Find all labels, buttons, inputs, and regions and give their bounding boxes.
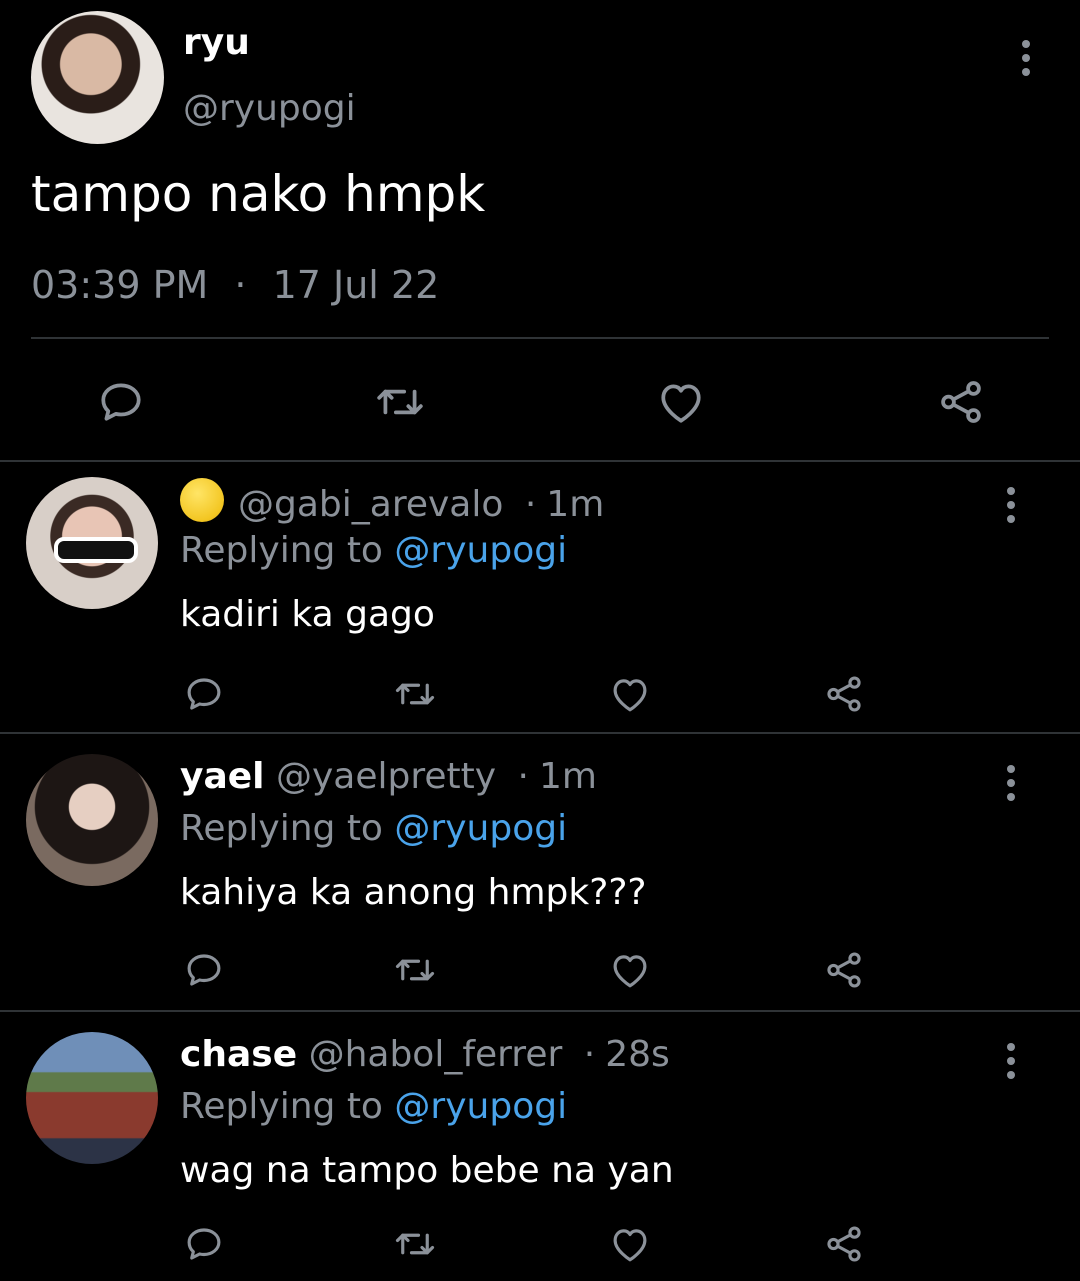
reply-name[interactable]: yael (180, 756, 265, 797)
reply-time: 28s (605, 1034, 670, 1075)
reply-tweet[interactable]: yael @yaelpretty · 1m Replying to @ryupog… (0, 754, 1080, 1010)
main-tweet: ryu @ryupogi tampo nako hmpk 03:39 PM · … (0, 0, 1080, 462)
replying-to: Replying to @ryupogi (180, 808, 567, 849)
divider (0, 732, 1080, 734)
divider (0, 460, 1080, 462)
meta-separator: · (234, 263, 247, 307)
more-options-icon[interactable] (1007, 487, 1015, 529)
share-icon[interactable] (822, 1222, 866, 1266)
avatar[interactable] (26, 1032, 158, 1164)
header-separator: · (517, 756, 529, 797)
like-icon[interactable] (608, 1222, 652, 1266)
reply-text: kadiri ka gago (180, 594, 435, 635)
mention-link[interactable]: @ryupogi (394, 1086, 567, 1127)
mention-link[interactable]: @ryupogi (394, 808, 567, 849)
reply-icon[interactable] (182, 948, 226, 992)
retweet-icon[interactable] (390, 672, 440, 716)
author-name[interactable]: ryu (183, 22, 250, 63)
reply-name[interactable]: chase (180, 1034, 297, 1075)
header-separator: · (583, 1034, 596, 1075)
reply-header: yael @yaelpretty · 1m (180, 756, 597, 797)
replying-to: Replying to @ryupogi (180, 1086, 567, 1127)
avatar[interactable] (31, 11, 164, 144)
like-icon[interactable] (608, 948, 652, 992)
reply-icon[interactable] (94, 375, 148, 429)
reply-text: wag na tampo bebe na yan (180, 1150, 674, 1191)
more-options-icon[interactable] (1007, 765, 1015, 807)
mention-link[interactable]: @ryupogi (394, 530, 567, 571)
retweet-icon[interactable] (390, 948, 440, 992)
reply-tweet[interactable]: @gabi_arevalo · 1m Replying to @ryupogi k… (0, 476, 1080, 732)
avatar[interactable] (26, 477, 158, 609)
more-options-icon[interactable] (1022, 40, 1030, 82)
share-icon[interactable] (934, 375, 988, 429)
tweet-date: 17 Jul 22 (272, 263, 440, 307)
reply-tweet[interactable]: chase @habol_ferrer · 28s Replying to @ry… (0, 1032, 1080, 1281)
reply-icon[interactable] (182, 672, 226, 716)
reply-handle[interactable]: @habol_ferrer (309, 1034, 563, 1075)
replying-prefix: Replying to (180, 530, 383, 571)
tweet-meta: 03:39 PM · 17 Jul 22 (31, 263, 439, 307)
moon-emoji (180, 478, 224, 522)
like-icon[interactable] (608, 672, 652, 716)
reply-icon[interactable] (182, 1222, 226, 1266)
reply-time: 1m (546, 484, 605, 525)
retweet-icon[interactable] (371, 375, 429, 429)
author-handle[interactable]: @ryupogi (183, 88, 356, 129)
reply-time: 1m (538, 756, 597, 797)
reply-header: chase @habol_ferrer · 28s (180, 1034, 670, 1075)
retweet-icon[interactable] (390, 1222, 440, 1266)
tweet-time: 03:39 PM (31, 263, 209, 307)
header-separator: · (524, 484, 537, 525)
avatar[interactable] (26, 754, 158, 886)
reply-header: @gabi_arevalo · 1m (180, 478, 604, 525)
reply-text: kahiya ka anong hmpk??? (180, 872, 647, 913)
replying-prefix: Replying to (180, 1086, 383, 1127)
sunglasses-image (54, 537, 138, 563)
divider (0, 1010, 1080, 1012)
share-icon[interactable] (822, 948, 866, 992)
replying-prefix: Replying to (180, 808, 383, 849)
divider (31, 337, 1049, 339)
more-options-icon[interactable] (1007, 1043, 1015, 1085)
like-icon[interactable] (654, 375, 708, 429)
reply-handle[interactable]: @gabi_arevalo (238, 484, 503, 525)
tweet-text: tampo nako hmpk (31, 165, 486, 223)
reply-handle[interactable]: @yaelpretty (276, 756, 496, 797)
replying-to: Replying to @ryupogi (180, 530, 567, 571)
share-icon[interactable] (822, 672, 866, 716)
